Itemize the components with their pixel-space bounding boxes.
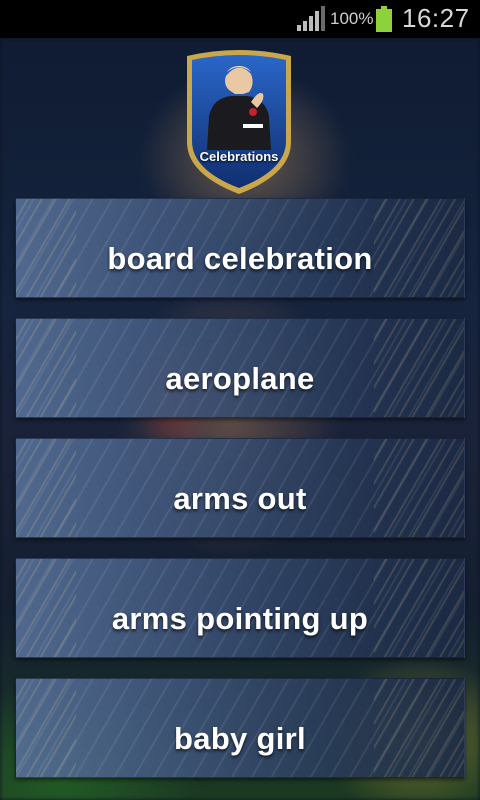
stripe-decoration [16,559,76,657]
stripe-decoration [16,679,76,777]
list-item-baby-girl[interactable]: baby girl [15,678,465,778]
clock: 16:27 [402,3,470,33]
stripe-decoration [374,559,464,657]
list-item-label: baby girl [174,721,306,756]
list-item-board-celebration[interactable]: board celebration [15,198,465,298]
battery-icon [376,6,392,32]
battery-percent: 100% [330,9,374,28]
signal-icon [297,6,325,31]
stripe-decoration [374,439,464,537]
list-item-label: arms pointing up [111,601,369,636]
list-item-arms-pointing-up[interactable]: arms pointing up [15,558,465,658]
list-item-label: board celebration [107,241,373,276]
status-bar: 100% 16:27 [0,0,480,38]
list-item-label: arms out [173,481,307,516]
stripe-decoration [16,439,76,537]
list-item-arms-out[interactable]: arms out [15,438,465,538]
stripe-decoration [374,319,464,417]
stripe-decoration [16,199,76,297]
stripe-decoration [374,679,464,777]
stripe-decoration [374,199,464,297]
celebration-list: board celebration aeroplane arms out arm… [15,198,465,798]
logo-text: Celebrations [199,149,279,164]
shield-icon [187,50,291,194]
list-item-aeroplane[interactable]: aeroplane [15,318,465,418]
list-item-label: aeroplane [165,361,315,396]
app-logo: Celebrations [181,46,297,196]
stripe-decoration [16,319,76,417]
